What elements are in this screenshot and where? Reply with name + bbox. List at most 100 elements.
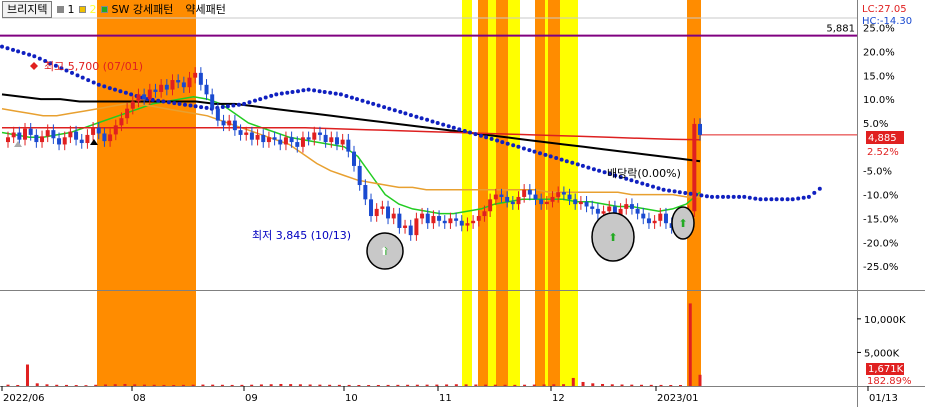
candle-body <box>635 208 640 214</box>
candle-body <box>329 137 334 143</box>
strong-signal-icon <box>90 139 98 145</box>
envelope-dot <box>21 51 26 55</box>
envelope-dot <box>468 130 472 135</box>
envelope-dot <box>758 197 763 202</box>
volume-bar <box>532 384 536 386</box>
envelope-dot <box>96 82 101 87</box>
chart-window: 브리지텍 1 2 SW 강세패턴 약세패턴 ⬆ ⬆ ⬆ ⬆ 25.0% 20.0% 15.… <box>0 0 925 407</box>
legend-item-1[interactable]: 1 <box>57 3 74 16</box>
high-marker-icon <box>30 62 38 70</box>
candle-body <box>369 199 374 217</box>
candle-body <box>539 199 544 205</box>
legend-label-weak: 약세패턴 <box>185 3 226 16</box>
candle-body <box>6 137 10 143</box>
legend-label-strong: SW 강세패턴 <box>111 3 174 16</box>
candle-body <box>221 120 226 126</box>
volume-bar <box>425 384 429 386</box>
envelope-dot <box>597 168 602 173</box>
candle-body <box>62 137 67 145</box>
volume-bar <box>74 385 78 386</box>
volume-bar <box>298 384 302 386</box>
volume-bar <box>513 384 517 386</box>
candle-body <box>607 206 612 212</box>
candle-body <box>584 201 589 207</box>
candle-body <box>561 192 566 195</box>
legend-item-strong[interactable]: SW 강세패턴 <box>101 1 173 17</box>
candle-body <box>391 213 396 219</box>
strong-pattern-band <box>478 0 488 386</box>
volume-bar <box>172 384 176 386</box>
envelope-dot <box>441 122 446 127</box>
candle-body <box>17 132 22 140</box>
envelope-dot <box>715 194 720 199</box>
candle-body <box>567 194 572 200</box>
envelope-dot <box>414 114 419 119</box>
envelope-dot <box>392 108 397 113</box>
legend-item-2[interactable]: 2 <box>79 3 96 16</box>
envelope-dot <box>763 197 768 202</box>
y-tick-label: -5.0% <box>863 167 892 178</box>
volume-bar <box>152 384 156 386</box>
volume-bar <box>45 384 49 386</box>
legend-square-icon <box>79 5 87 13</box>
envelope-dot <box>312 88 317 93</box>
volume-bar <box>308 384 312 386</box>
candle-body <box>698 123 702 135</box>
candle-body <box>652 220 657 224</box>
candle-body <box>533 194 538 200</box>
envelope-dot <box>548 154 553 159</box>
envelope-dot <box>516 144 521 149</box>
candle-body <box>23 128 28 140</box>
volume-bar <box>435 384 439 386</box>
envelope-dot <box>790 197 795 202</box>
envelope-dot <box>564 159 569 164</box>
candle-body <box>601 211 606 214</box>
envelope-dot <box>726 194 731 199</box>
envelope-dot <box>102 84 107 89</box>
legend-item-weak[interactable]: 약세패턴 <box>185 1 225 17</box>
envelope-dot <box>699 193 704 198</box>
candle-body <box>244 132 249 135</box>
candle-body <box>573 199 578 205</box>
envelope-dot <box>710 194 714 199</box>
candle-body <box>159 84 164 92</box>
envelope-dot <box>495 138 500 143</box>
stock-name-field[interactable]: 브리지텍 <box>2 0 53 18</box>
candle-body <box>510 201 515 205</box>
volume-bar <box>347 384 351 386</box>
volume-bar <box>464 384 468 386</box>
volume-bar <box>162 384 166 386</box>
volume-bar <box>591 383 595 386</box>
dividend-annotation: 배당락(0.00%) <box>607 167 681 180</box>
y-tick-label: 5.0% <box>863 119 888 130</box>
envelope-dot <box>580 163 585 168</box>
low-annotation: 최저 3,845 (10/13) <box>252 229 351 242</box>
candle-body <box>448 218 453 224</box>
envelope-dot <box>559 157 564 162</box>
volume-bar <box>406 384 410 386</box>
candle-body <box>96 127 101 134</box>
candle-body <box>232 120 237 131</box>
envelope-dot <box>661 187 666 192</box>
envelope-dot <box>253 98 257 103</box>
envelope-dot <box>247 100 252 105</box>
candle-body <box>641 213 646 219</box>
envelope-dot <box>677 190 682 195</box>
weak-pattern-band <box>545 0 548 386</box>
volume-bar <box>415 384 419 386</box>
chart-canvas[interactable]: ⬆⬆⬆⬆ 25.0%20.0%15.0%10.0%5.0%-5.0%-10.0%… <box>0 0 925 407</box>
candle-body <box>408 225 413 236</box>
envelope-dot <box>532 149 537 154</box>
candle-body <box>170 80 175 90</box>
up-arrow-icon: ⬆ <box>678 217 687 230</box>
current-volume-pct: 182.89% <box>867 376 912 387</box>
candle-body <box>51 130 56 139</box>
candle-body <box>357 165 362 186</box>
candle-body <box>340 139 345 145</box>
candle-body <box>249 132 254 140</box>
envelope-dot <box>91 80 96 85</box>
envelope-dot <box>403 111 408 116</box>
volume-bar <box>454 384 458 386</box>
candle-body <box>215 108 220 121</box>
candle-body <box>278 139 283 145</box>
